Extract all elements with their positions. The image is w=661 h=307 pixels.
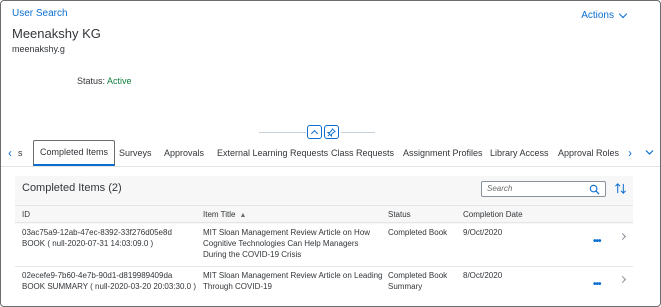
pin-icon <box>327 127 336 137</box>
row-navigation-chevron-icon[interactable] <box>618 275 627 284</box>
table-header: ID Item Title ▲ Status Completion Date <box>15 205 633 223</box>
column-header-status[interactable]: Status <box>388 210 411 219</box>
app-frame: User Search Actions Meenakshy KG meenaks… <box>0 0 661 307</box>
tab-scroll-left-icon[interactable]: ‹ <box>8 140 12 166</box>
more-options-icon[interactable]: ••• <box>593 236 601 247</box>
cell-id-line2: BOOK SUMMARY ( null-2020-03-20 20:03:30.… <box>22 282 197 291</box>
cell-completion-date: 8/Oct/2020 <box>463 271 503 280</box>
cell-title-line2: Through COVID-19 <box>203 282 272 291</box>
cell-status-line1: Completed Book <box>388 271 448 280</box>
status-value: Active <box>107 76 132 86</box>
tab-external-learning-requests[interactable]: External Learning Requests <box>217 140 328 166</box>
cell-id-line1: 02ecefe9-7b60-4e7b-90d1-d819989409da <box>22 271 173 280</box>
status-label: Status: <box>77 76 106 86</box>
cell-id: 03ac75a9-12ab-47ec-8392-33f276d05e8d BOO… <box>22 227 172 249</box>
tab-overflow-chevron-down-icon[interactable] <box>645 149 654 156</box>
header-divider-left <box>259 132 306 133</box>
tab-library-access[interactable]: Library Access <box>490 140 549 166</box>
cell-title-line3: During the COVID-19 Crisis <box>203 250 302 259</box>
cell-id-line1: 03ac75a9-12ab-47ec-8392-33f276d05e8d <box>22 228 172 237</box>
breadcrumb-user-search[interactable]: User Search <box>12 8 68 19</box>
tab-bar: ‹ s Completed Items Surveys Approvals Ex… <box>1 140 660 167</box>
user-id: meenakshy.g <box>12 44 65 54</box>
cell-status: Completed Book <box>388 227 447 238</box>
cell-status-line1: Completed Book <box>388 228 448 237</box>
sort-ascending-icon: ▲ <box>239 212 247 219</box>
cell-item-title: MIT Sloan Management Review Article on L… <box>203 270 383 292</box>
cell-status: Completed Book Summary <box>388 270 447 292</box>
tab-completed-items[interactable]: Completed Items <box>33 140 116 166</box>
column-header-item-title-label: Item Title <box>203 210 236 219</box>
cell-title-line2: Cognitive Technologies Can Help Managers <box>203 239 359 248</box>
pin-header-button[interactable] <box>324 125 339 139</box>
cell-id: 02ecefe9-7b60-4e7b-90d1-d819989409da BOO… <box>22 270 196 292</box>
status-row: Status: Active <box>77 76 132 86</box>
column-header-completion-date[interactable]: Completion Date <box>463 210 523 219</box>
tab-surveys[interactable]: Surveys <box>119 140 152 166</box>
completed-items-panel: Completed Items (2) Search ID Item Title… <box>15 176 633 296</box>
chevron-up-icon <box>310 129 319 138</box>
panel-title: Completed Items (2) <box>22 182 122 194</box>
cell-id-line2: BOOK ( null-2020-07-31 14:03:09.0 ) <box>22 239 154 248</box>
row-navigation-chevron-icon[interactable] <box>618 232 627 241</box>
user-name: Meenakshy KG <box>12 26 101 41</box>
cell-item-title: MIT Sloan Management Review Article on H… <box>203 227 370 260</box>
table-row[interactable]: 03ac75a9-12ab-47ec-8392-33f276d05e8d BOO… <box>15 224 633 267</box>
sort-icon[interactable] <box>614 182 627 195</box>
cell-completion-date: 9/Oct/2020 <box>463 228 503 237</box>
more-options-icon[interactable]: ••• <box>593 279 601 290</box>
search-placeholder: Search <box>487 184 513 193</box>
column-header-id[interactable]: ID <box>22 210 30 219</box>
cell-status-line2: Summary <box>388 282 423 291</box>
column-header-item-title[interactable]: Item Title ▲ <box>203 210 246 219</box>
collapse-header-button[interactable] <box>307 125 322 139</box>
search-icon[interactable] <box>589 184 600 195</box>
tab-approvals[interactable]: Approvals <box>164 140 204 166</box>
tab-class-requests[interactable]: Class Requests <box>331 140 394 166</box>
table-row[interactable]: 02ecefe9-7b60-4e7b-90d1-d819989409da BOO… <box>15 267 633 296</box>
header-divider-right <box>341 132 375 133</box>
actions-label: Actions <box>581 10 614 21</box>
cell-title-line1: MIT Sloan Management Review Article on H… <box>203 228 371 237</box>
tab-scroll-right-icon[interactable]: › <box>628 140 632 166</box>
tab-approval-roles[interactable]: Approval Roles <box>558 140 619 166</box>
chevron-down-icon <box>618 9 628 19</box>
tab-truncated[interactable]: s <box>18 140 23 166</box>
search-input[interactable]: Search <box>481 181 606 197</box>
tab-assignment-profiles[interactable]: Assignment Profiles <box>403 140 483 166</box>
actions-button[interactable]: Actions <box>581 9 628 21</box>
cell-title-line1: MIT Sloan Management Review Article on L… <box>203 271 383 280</box>
